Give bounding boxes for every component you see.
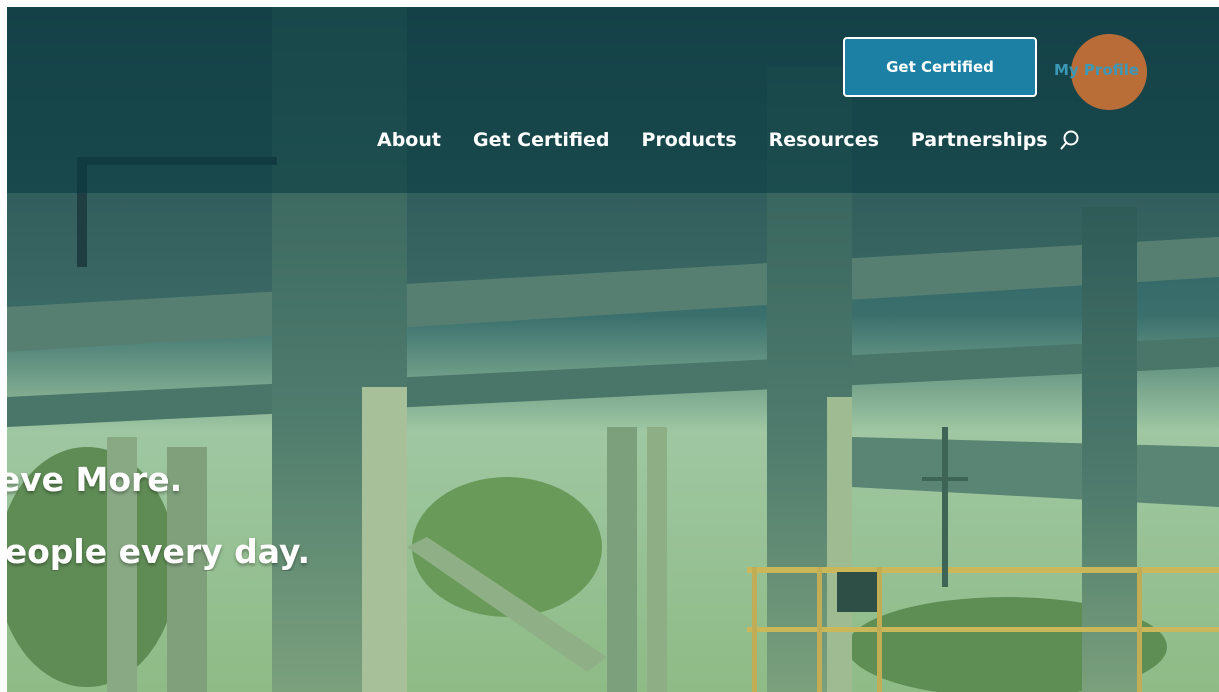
main-nav: About Get Certified Products Resources P… <box>377 128 1082 152</box>
hero-headline-line-2: Build safely, for people every day. <box>7 532 427 571</box>
frame-border-left <box>0 0 7 692</box>
header-bar <box>7 7 1219 193</box>
hero-headline-line-1: Certify. Achieve More. <box>7 460 427 499</box>
nav-item-partnerships[interactable]: Partnerships <box>911 129 1048 151</box>
nav-item-get-certified[interactable]: Get Certified <box>473 129 610 151</box>
search-button[interactable] <box>1058 128 1082 152</box>
frame-border-top <box>0 0 1219 7</box>
my-profile-link[interactable]: My Profile <box>1054 61 1139 79</box>
nav-item-products[interactable]: Products <box>642 129 737 151</box>
nav-item-about[interactable]: About <box>377 129 441 151</box>
get-certified-button[interactable]: Get Certified <box>843 37 1037 97</box>
search-icon <box>1060 130 1079 150</box>
nav-item-resources[interactable]: Resources <box>769 129 879 151</box>
hero-headline-text-2: Build safely, for people every day. <box>7 532 311 571</box>
page: Get Certified My Profile About Get Certi… <box>0 0 1219 692</box>
hero-headline-text-1: Certify. Achieve More. <box>7 460 183 499</box>
